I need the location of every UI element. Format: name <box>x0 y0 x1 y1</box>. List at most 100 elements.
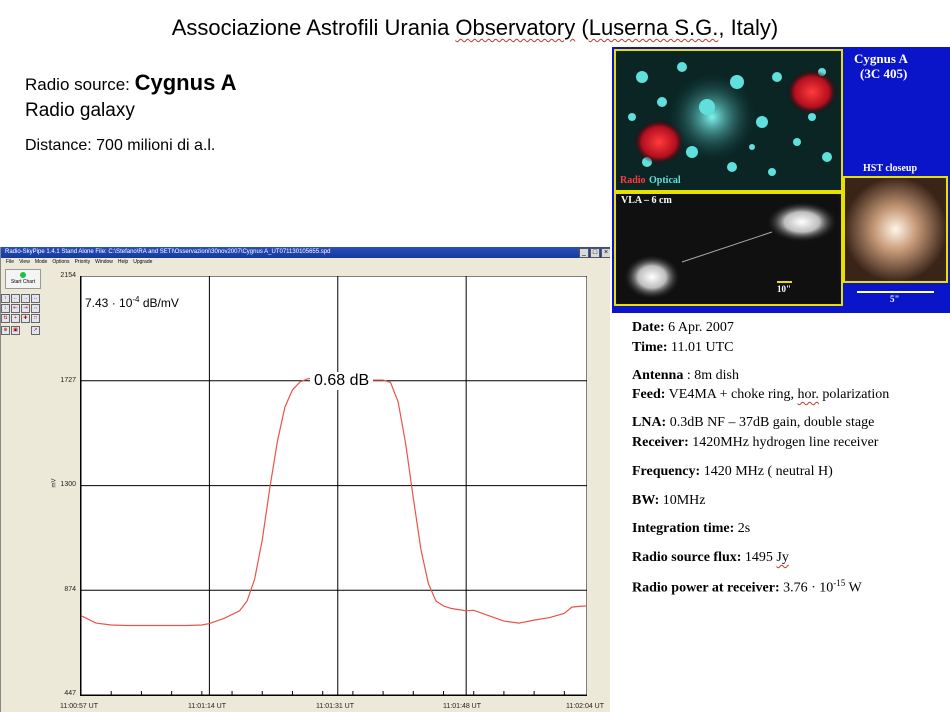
title-text-end: , Italy) <box>718 15 779 40</box>
info-flux: Radio source flux: 1495 Jy <box>632 550 789 566</box>
menu-help[interactable]: Help <box>118 259 128 265</box>
menu-mode[interactable]: Mode <box>35 259 48 265</box>
source-distance: Distance: 700 milioni di a.l. <box>25 137 216 154</box>
pan-right-icon[interactable]: → <box>21 294 30 303</box>
crosshair-icon[interactable]: ⊕ <box>1 326 10 335</box>
radio-source-name: Cygnus A <box>134 70 237 95</box>
page-title: Associazione Astrofili Urania Observator… <box>0 15 950 41</box>
info-antenna: Antenna : 8m dish <box>632 368 739 384</box>
x-tick-label: 11:01:31 UT <box>316 703 355 710</box>
image-catalog: (3C 405) <box>860 66 908 81</box>
hst-scale-label: 5" <box>890 294 900 304</box>
x-tick-label: 11:01:48 UT <box>443 703 482 710</box>
y-tick-label: 874 <box>64 586 76 593</box>
start-chart-label: Start Chart <box>10 279 36 285</box>
info-receiver: Receiver: 1420MHz hydrogen line receiver <box>632 435 878 451</box>
y-tick-label: 2154 <box>60 272 76 279</box>
image-object-name: Cygnus A <box>854 51 908 66</box>
source-type: Radio galaxy <box>25 100 135 121</box>
y-tick-label: 447 <box>64 690 76 697</box>
cursor-icon[interactable]: ✚ <box>21 314 30 323</box>
control-panel: Start Chart ↕ ← → ↔ ↕ ⇤ ⇥ ⇔ ⇅ + ✚ □ ⊕ ▣ … <box>1 266 49 712</box>
y-tick-label: 1727 <box>60 377 76 384</box>
box-icon[interactable]: □ <box>31 314 40 323</box>
pointer-icon[interactable]: ➚ <box>31 326 40 335</box>
info-frequency-value: 1420 MHz ( neutral H) <box>700 464 833 479</box>
info-time-label: Time: <box>632 340 668 355</box>
vla-lobe-east <box>767 202 837 242</box>
menu-priority[interactable]: Priority <box>75 259 91 265</box>
title-text-mid: ( <box>575 15 589 40</box>
grid-icon[interactable]: + <box>11 314 20 323</box>
menu-view[interactable]: View <box>19 259 30 265</box>
close-icon[interactable]: × <box>601 248 610 258</box>
info-time: Time: 11.01 UTC <box>632 340 734 356</box>
info-antenna-value: : 8m dish <box>683 368 739 383</box>
info-power-value: 3.76 · 10 <box>779 580 834 596</box>
info-power: Radio power at receiver: 3.76 · 10-15 W <box>632 578 862 597</box>
title-observatory: Observatory <box>455 15 576 40</box>
menu-file[interactable]: File <box>6 259 14 265</box>
x-tick-label: 11:01:14 UT <box>188 703 227 710</box>
info-receiver-value: 1420MHz hydrogen line receiver <box>688 435 879 450</box>
menu-upgrade[interactable]: Upgrade <box>133 259 152 265</box>
offset-icon[interactable]: ⇅ <box>1 314 10 323</box>
pan-left-icon[interactable]: ← <box>11 294 20 303</box>
pan-start-icon[interactable]: ⇤ <box>11 304 20 313</box>
info-date-label: Date: <box>632 320 665 335</box>
menu-bar: File View Mode Options Priority Window Help Upg… <box>1 258 610 266</box>
info-date-value: 6 Apr. 2007 <box>664 320 734 335</box>
menu-window[interactable]: Window <box>95 259 113 265</box>
fit-icon[interactable]: ⇔ <box>31 304 40 313</box>
vla-label: VLA – 6 cm <box>621 195 672 206</box>
title-text: Associazione Astrofili Urania <box>171 15 456 40</box>
info-bw: BW: 10MHz <box>632 493 706 509</box>
pan-end-icon[interactable]: ⇥ <box>21 304 30 313</box>
radio-source-label: Radio source: <box>25 75 135 94</box>
info-integration: Integration time: 2s <box>632 521 750 537</box>
info-feed-label: Feed: <box>632 387 666 402</box>
info-power-label: Radio power at receiver: <box>632 580 780 596</box>
radio-lobe-east <box>787 70 837 114</box>
minimize-icon[interactable]: _ <box>579 248 589 258</box>
info-bw-label: BW: <box>632 493 660 508</box>
menu-options[interactable]: Options <box>52 259 69 265</box>
info-integration-label: Integration time: <box>632 521 735 536</box>
radio-lobe-west <box>634 120 684 164</box>
info-flux-label: Radio source flux: <box>632 550 742 565</box>
info-power-exponent: -15 <box>833 578 846 588</box>
zoom-x-icon[interactable]: ↔ <box>31 294 40 303</box>
marker-icon[interactable]: ▣ <box>11 326 20 335</box>
hst-label: HST closeup <box>863 163 917 174</box>
info-lna-value: 0.3dB NF – 37dB gain, double stage <box>666 415 875 430</box>
info-integration-value: 2s <box>734 521 751 536</box>
info-bw-value: 10MHz <box>659 493 706 508</box>
info-receiver-label: Receiver: <box>632 435 689 450</box>
info-flux-unit: Jy <box>776 550 789 565</box>
info-date: Date: 6 Apr. 2007 <box>632 320 734 336</box>
scale-down-icon[interactable]: ↕ <box>1 304 10 313</box>
info-frequency-label: Frequency: <box>632 464 701 479</box>
chart-plot-area[interactable] <box>80 275 588 696</box>
info-lna: LNA: 0.3dB NF – 37dB gain, double stage <box>632 415 874 431</box>
hst-panel <box>843 176 948 283</box>
start-chart-button[interactable]: Start Chart <box>5 269 41 289</box>
calibration-value: 7.43 · 10 <box>85 296 133 310</box>
calibration-label: 7.43 · 10-4 dB/mV <box>85 295 179 310</box>
y-axis-label: mV <box>51 478 58 488</box>
cygnus-image-composite: Cygnus A (3C 405) Radio Optical VLA – 6 … <box>612 47 950 313</box>
peak-annotation: 0.68 dB <box>310 372 374 390</box>
info-feed-value: VE4MA + choke ring, <box>665 387 798 402</box>
optical-legend: Optical <box>649 175 681 186</box>
maximize-icon[interactable]: □ <box>590 248 600 258</box>
info-antenna-label: Antenna <box>632 368 684 383</box>
window-title: Radio-SkyPipe 1.4.1 Stand Alone File: C:… <box>5 249 331 255</box>
x-tick-label: 11:00:57 UT <box>60 703 99 710</box>
scale-up-icon[interactable]: ↕ <box>1 294 10 303</box>
info-time-value: 11.01 UTC <box>667 340 734 355</box>
info-lna-label: LNA: <box>632 415 667 430</box>
x-tick-label: 11:02:04 UT <box>566 703 605 710</box>
info-frequency: Frequency: 1420 MHz ( neutral H) <box>632 464 833 480</box>
vla-lobe-west <box>624 255 680 299</box>
signal-series-line <box>80 376 588 627</box>
